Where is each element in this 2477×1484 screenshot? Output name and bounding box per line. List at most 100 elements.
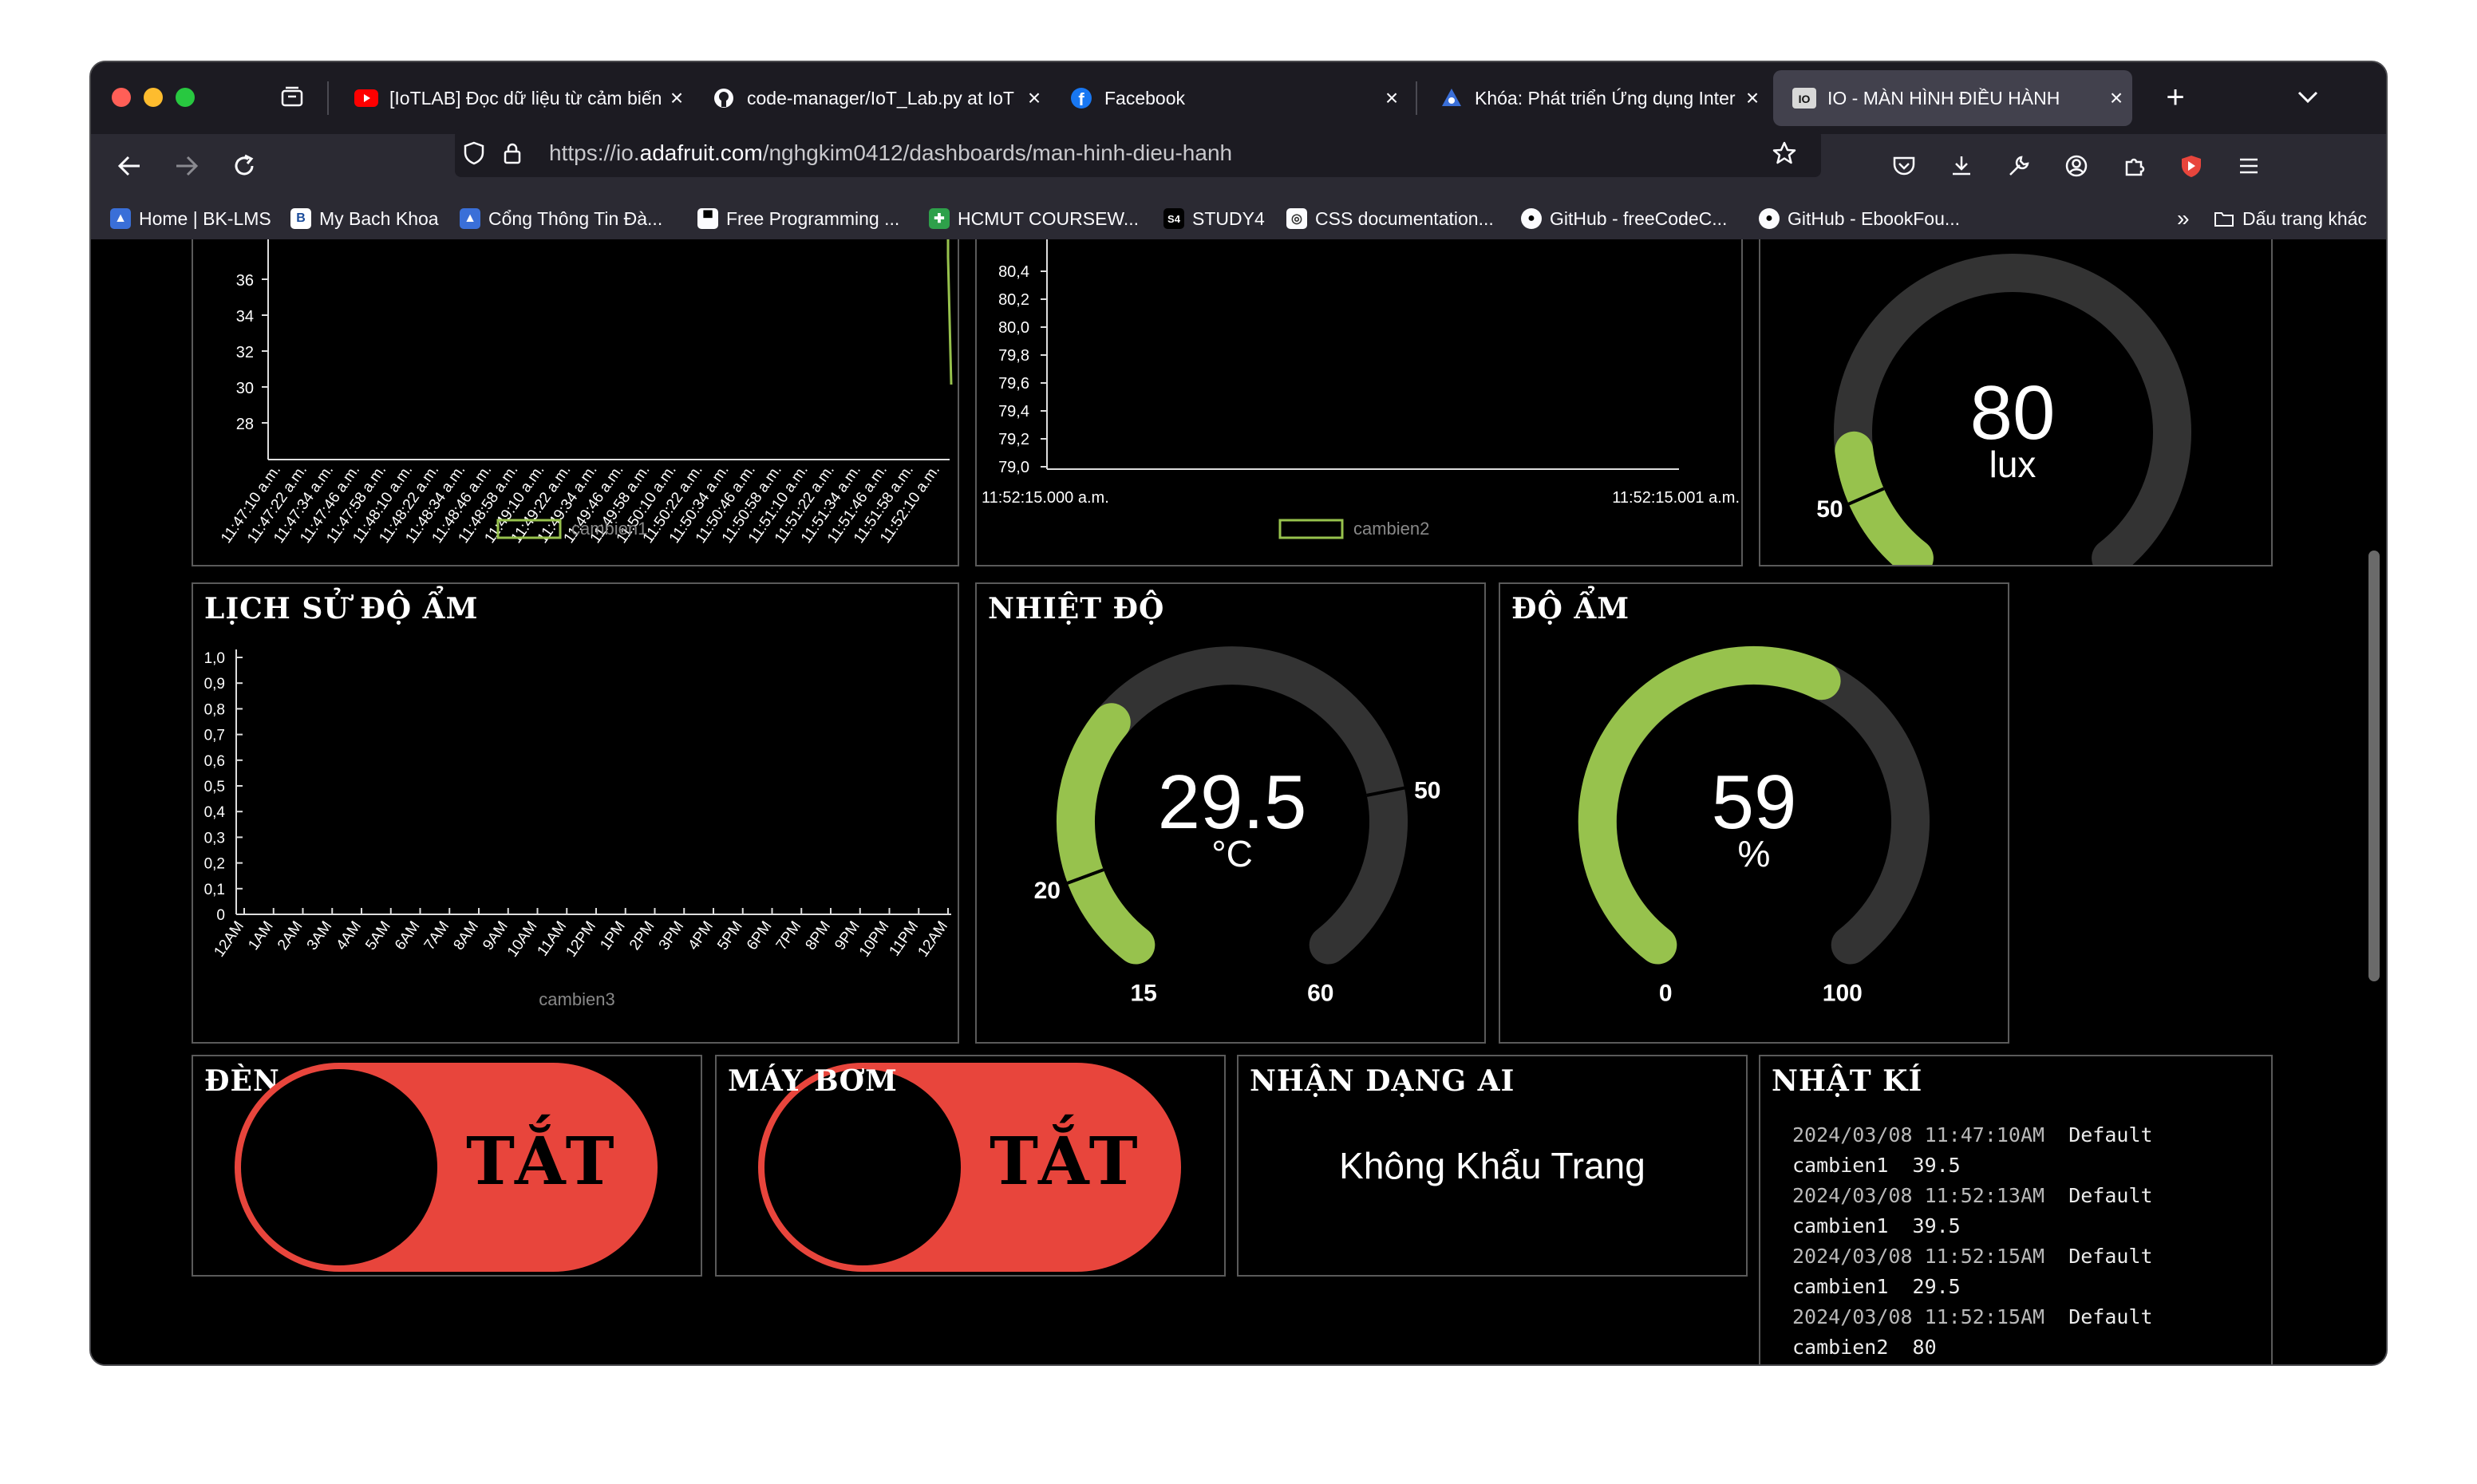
bookmark-label: GitHub - freeCodeC...: [1550, 207, 1728, 229]
y-tick-label: 30: [236, 380, 254, 397]
toggle-light-panel: ĐÈN TẮT: [192, 1055, 702, 1277]
youtube-icon: [354, 86, 378, 110]
log-entry: 2024/03/08 11:52:15AM Default: [1792, 1302, 2153, 1332]
account-icon[interactable]: [2060, 150, 2092, 182]
tab-bk-course[interactable]: Khóa: Phát triển Ứng dụng Internet ×: [1420, 70, 1768, 126]
bookmark-item[interactable]: ◎ CSS documentation...: [1286, 206, 1494, 231]
toggle-pump-panel: TẮT MÁY BƠM: [715, 1055, 1226, 1277]
line-chart-cambien1: 36 34 32 30 28 11:47:10 a.m. 11:47:22 a.m. 11:4…: [192, 239, 959, 566]
temp-gauge-svg: 29.5°C 15 60 20 50: [1034, 646, 1441, 1006]
gauge-unit: %: [1738, 833, 1771, 874]
downloads-icon[interactable]: [1946, 150, 1977, 182]
log-time: 2024/03/08 11:52:15AM: [1792, 1245, 2045, 1268]
dashboard: 36 34 32 30 28 11:47:10 a.m. 11:47:22 a.m. 11:4…: [91, 239, 2386, 1364]
list-tabs-chevron-icon[interactable]: [2292, 81, 2324, 113]
bookmark-item[interactable]: ▀ Free Programming ...: [697, 206, 899, 231]
gauge-unit: lux: [1989, 444, 2037, 485]
tab-github[interactable]: code-manager/IoT_Lab.py at IoT ×: [693, 70, 1050, 126]
tab-youtube[interactable]: [IoTLAB] Đọc dữ liệu từ cảm biến ×: [335, 70, 693, 126]
log-value: 39.5: [1912, 1154, 1961, 1177]
tab-title: Facebook: [1104, 87, 1186, 109]
tab-groups-icon[interactable]: [276, 81, 308, 113]
x-tick-label: 11PM: [886, 918, 922, 960]
y-tick-label: 79,8: [998, 347, 1029, 365]
tab-adafruit-io[interactable]: IO IO - MÀN HÌNH ĐIỀU HÀNH ×: [1773, 70, 2132, 126]
toggle-knob[interactable]: [241, 1069, 437, 1265]
y-tick-label: 0,9: [204, 676, 225, 693]
bk-icon: [1440, 86, 1464, 110]
bk-icon: ▲: [110, 208, 131, 229]
bookmark-item[interactable]: B My Bach Khoa: [290, 206, 439, 231]
x-tick-label: 7AM: [421, 918, 453, 953]
close-tab-icon[interactable]: ×: [1376, 85, 1408, 111]
pocket-icon[interactable]: [1888, 150, 1920, 182]
reload-icon[interactable]: [228, 150, 260, 182]
extensions-icon[interactable]: [2118, 150, 2150, 182]
monitor-icon: ▀: [697, 208, 718, 229]
x-tick-label: 10AM: [504, 918, 541, 961]
close-tab-icon[interactable]: ×: [661, 85, 693, 111]
study4-icon: S4: [1163, 208, 1184, 229]
x-tick-label: 10PM: [856, 918, 893, 961]
toggle-knob[interactable]: [764, 1069, 961, 1265]
back-arrow-icon[interactable]: [113, 150, 145, 182]
tab-facebook[interactable]: f Facebook ×: [1050, 70, 1408, 126]
log-value: 39.5: [1912, 1214, 1961, 1237]
lock-icon[interactable]: [496, 137, 528, 169]
bookmark-label: Dấu trang khác: [2242, 207, 2367, 229]
bookmark-item[interactable]: ✚ HCMUT COURSEW...: [929, 206, 1139, 231]
wrench-icon[interactable]: [2003, 150, 2035, 182]
log-panel: NHẬT KÍ 2024/03/08 11:47:10AM Default ca…: [1759, 1055, 2273, 1364]
other-bookmarks-folder[interactable]: Dấu trang khác: [2214, 206, 2367, 231]
gauge-fill: [1835, 431, 1934, 565]
bookmark-item[interactable]: ● GitHub - EbookFou...: [1759, 206, 1960, 231]
url-text[interactable]: https://io.adafruit.com/nghgkim0412/dash…: [549, 140, 1232, 166]
more-bookmarks-chevron-icon[interactable]: »: [2177, 206, 2190, 231]
log-entry: cambien1 39.5: [1792, 1150, 2153, 1181]
x-tick-label: 7PM: [773, 918, 805, 953]
close-tab-icon[interactable]: ×: [1736, 85, 1768, 111]
log-entry: cambien1 29.5: [1792, 1272, 2153, 1302]
light-toggle-switch[interactable]: TẮT: [235, 1063, 658, 1272]
y-tick-label: 28: [236, 416, 254, 433]
minimize-window-button[interactable]: [144, 88, 163, 107]
tab-title: Khóa: Phát triển Ứng dụng Internet: [1475, 87, 1736, 109]
x-tick-label: 5PM: [714, 918, 746, 953]
svg-text:IO: IO: [1799, 93, 1811, 105]
tracking-shield-icon[interactable]: [458, 137, 490, 169]
y-tick-label: 0,1: [204, 882, 225, 898]
bookmark-item[interactable]: ▲ Cổng Thông Tin Đà...: [460, 206, 662, 231]
x-tick-label: 12PM: [563, 918, 599, 961]
y-tick-label: 0: [216, 907, 225, 924]
log-time: 2024/03/08 11:52:13AM: [1792, 1184, 2045, 1207]
forward-arrow-icon[interactable]: [171, 150, 203, 182]
bookmark-item[interactable]: S4 STUDY4: [1163, 206, 1265, 231]
gauge-unit: °C: [1211, 833, 1253, 874]
close-tab-icon[interactable]: ×: [1018, 85, 1050, 111]
y-tick-label: 36: [236, 272, 254, 290]
bookmark-item[interactable]: ▲ Home | BK-LMS: [110, 206, 271, 231]
new-tab-button[interactable]: +: [2159, 80, 2191, 115]
close-window-button[interactable]: [112, 88, 131, 107]
gauge-fill: [1057, 703, 1156, 965]
github-icon: ●: [1759, 208, 1780, 229]
shield-extension-icon[interactable]: [2175, 150, 2207, 182]
x-tick-label: 1PM: [597, 918, 629, 953]
legend-label: cambien3: [539, 989, 614, 1009]
panel-title: NHẬN DẠNG AI: [1250, 1064, 1515, 1098]
close-tab-icon[interactable]: ×: [2100, 85, 2132, 111]
zoom-window-button[interactable]: [176, 88, 195, 107]
gauge-max-label: 60: [1307, 980, 1333, 1006]
menu-icon[interactable]: [2233, 150, 2265, 182]
bookmark-label: My Bach Khoa: [319, 207, 439, 229]
x-tick-label: 11AM: [534, 918, 570, 960]
log-feed: cambien2: [1792, 1336, 1889, 1359]
bookmark-item[interactable]: ● GitHub - freeCodeC...: [1521, 206, 1727, 231]
log-entry: 2024/03/08 11:47:10AM Default: [1792, 1120, 2153, 1150]
page-scrollbar[interactable]: [2368, 551, 2380, 981]
x-tick-label: 11:52:15.000 a.m.: [982, 489, 1109, 507]
light-gauge-svg: 80lux050050: [1816, 254, 2191, 565]
url-bar[interactable]: https://io.adafruit.com/nghgkim0412/dash…: [455, 129, 1821, 177]
bookmark-star-icon[interactable]: [1768, 137, 1800, 169]
y-tick-label: 80,4: [998, 263, 1029, 281]
